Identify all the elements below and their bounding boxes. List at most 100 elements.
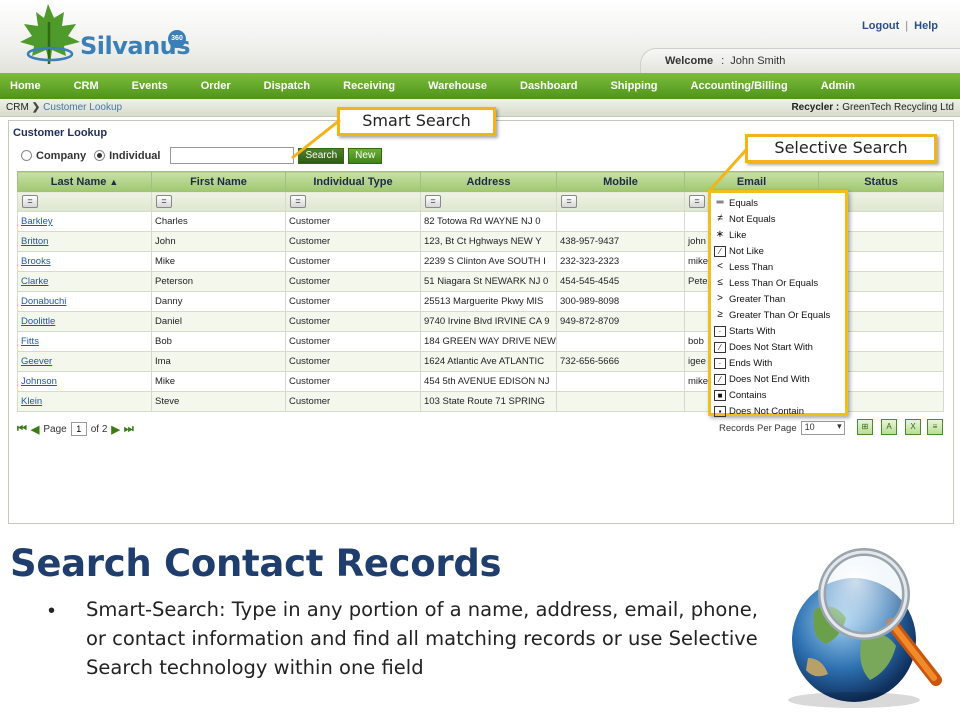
menu-item-does-not-start-with[interactable]: ⁄ Does Not Start With — [714, 339, 845, 355]
menu-item-does-not-end-with[interactable]: ⁄ Does Not End With — [714, 371, 845, 387]
operator-icon: ∗ — [715, 228, 725, 240]
menu-item-not-like[interactable]: ⁄ Not Like — [714, 243, 845, 259]
operator-icon: ⁄ — [714, 245, 726, 257]
menu-item-label: Not Equals — [729, 213, 776, 225]
menu-item-label: Ends With — [729, 357, 773, 369]
smart-search-input[interactable] — [170, 147, 295, 164]
menu-item-greater-than-or-equals[interactable]: ≥ Greater Than Or Equals — [714, 307, 845, 323]
records-per-page-select[interactable]: 10 — [800, 421, 845, 435]
help-link[interactable]: Help — [914, 20, 938, 32]
menu-item-label: Does Not Contain — [729, 405, 804, 417]
table-cell — [556, 211, 685, 232]
first-page-icon[interactable]: ⏮ — [17, 423, 27, 436]
table-cell: Customer — [285, 311, 421, 332]
operator-icon: ■ — [714, 389, 726, 401]
filter-operator-button[interactable]: = — [156, 195, 172, 208]
column-header-last-name[interactable]: Last Name ▲ — [17, 171, 152, 192]
menu-item-does-not-contain[interactable]: ▪ Does Not Contain — [714, 403, 845, 419]
nav-item-admin[interactable]: Admin — [821, 80, 855, 92]
nav-item-receiving[interactable]: Receiving — [343, 80, 395, 92]
nav-item-events[interactable]: Events — [132, 80, 168, 92]
slide-title: Search Contact Records — [10, 542, 502, 585]
column-header-email[interactable]: Email — [684, 171, 819, 192]
table-cell: 232-323-2323 — [556, 251, 685, 272]
menu-item-starts-with[interactable]: · Starts With — [714, 323, 845, 339]
menu-item-equals[interactable]: ═ Equals — [714, 195, 845, 211]
export-icon[interactable]: ⊞ — [857, 419, 873, 435]
last-page-icon[interactable]: ⏭ — [124, 423, 134, 436]
pdf-export-icon[interactable]: A — [881, 419, 897, 435]
last-name-link[interactable]: Geever — [17, 351, 152, 372]
menu-item-not-equals[interactable]: ≠ Not Equals — [714, 211, 845, 227]
operator-icon: · — [714, 325, 726, 337]
last-name-link[interactable]: Britton — [17, 231, 152, 252]
prev-page-icon[interactable]: ◀ — [31, 423, 39, 436]
menu-item-label: Contains — [729, 389, 767, 401]
grid-header-row: Last Name ▲ First Name Individual Type Addre… — [17, 171, 944, 192]
table-cell: 949-872-8709 — [556, 311, 685, 332]
filter-cell: = — [151, 191, 286, 212]
column-header-first-name[interactable]: First Name — [151, 171, 286, 192]
operator-icon: ⁄ — [714, 341, 726, 353]
menu-item-label: Does Not End With — [729, 373, 810, 385]
nav-item-order[interactable]: Order — [201, 80, 231, 92]
column-header-status[interactable]: Status — [818, 171, 944, 192]
table-cell: Customer — [285, 391, 421, 412]
page-number-input[interactable] — [70, 422, 87, 436]
last-name-link[interactable]: Fitts — [17, 331, 152, 352]
link-separator: | — [905, 20, 909, 32]
operator-icon: ⁄ — [714, 373, 726, 385]
menu-item-less-than[interactable]: < Less Than — [714, 259, 845, 275]
records-per-page: Records Per Page 10 — [719, 421, 845, 435]
nav-item-dispatch[interactable]: Dispatch — [264, 80, 310, 92]
filter-operator-button[interactable]: = — [689, 195, 705, 208]
column-header-address[interactable]: Address — [420, 171, 557, 192]
next-page-icon[interactable]: ▶ — [111, 423, 119, 436]
filter-operator-button[interactable]: = — [425, 195, 441, 208]
nav-item-crm[interactable]: CRM — [74, 80, 99, 92]
last-name-link[interactable]: Doolittle — [17, 311, 152, 332]
nav-item-warehouse[interactable]: Warehouse — [428, 80, 487, 92]
filter-operator-button[interactable]: = — [290, 195, 306, 208]
csv-export-icon[interactable]: ≡ — [927, 419, 943, 435]
table-cell: 2239 S Clinton Ave SOUTH I — [420, 251, 557, 272]
sort-asc-icon[interactable]: ▲ — [109, 177, 118, 187]
last-name-link[interactable]: Barkley — [17, 211, 152, 232]
menu-item-contains[interactable]: ■ Contains — [714, 387, 845, 403]
menu-item-ends-with[interactable]: · Ends With — [714, 355, 845, 371]
last-name-link[interactable]: Klein — [17, 391, 152, 412]
table-cell: Customer — [285, 351, 421, 372]
nav-item-shipping[interactable]: Shipping — [610, 80, 657, 92]
logout-link[interactable]: Logout — [862, 20, 899, 32]
main-nav: Home CRM Events Order Dispatch Receiving Wareh… — [0, 73, 960, 99]
nav-item-accounting-billing[interactable]: Accounting/Billing — [691, 80, 788, 92]
nav-item-dashboard[interactable]: Dashboard — [520, 80, 577, 92]
filter-cell: = — [17, 191, 152, 212]
column-header-mobile[interactable]: Mobile — [556, 171, 685, 192]
last-name-link[interactable]: Johnson — [17, 371, 152, 392]
excel-export-icon[interactable]: X — [905, 419, 921, 435]
table-cell: 82 Totowa Rd WAYNE NJ 0 — [420, 211, 557, 232]
last-name-link[interactable]: Donabuchi — [17, 291, 152, 312]
menu-item-less-than-or-equals[interactable]: ≤ Less Than Or Equals — [714, 275, 845, 291]
operator-icon: > — [717, 292, 723, 304]
menu-item-greater-than[interactable]: > Greater Than — [714, 291, 845, 307]
column-header-label: First Name — [190, 175, 247, 188]
page-label: Page — [43, 423, 67, 435]
column-header-individual-type[interactable]: Individual Type — [285, 171, 421, 192]
last-name-link[interactable]: Clarke — [17, 271, 152, 292]
company-radio[interactable] — [21, 150, 32, 161]
table-cell — [556, 331, 685, 352]
filter-cell: = — [420, 191, 557, 212]
nav-item-home[interactable]: Home — [10, 80, 41, 92]
filter-operator-button[interactable]: = — [561, 195, 577, 208]
new-button[interactable]: New — [348, 147, 383, 164]
recycler-name: GreenTech Recycling Ltd — [842, 102, 954, 113]
individual-radio[interactable] — [94, 150, 106, 161]
breadcrumb-section[interactable]: CRM — [6, 102, 29, 113]
filter-operator-button[interactable]: = — [22, 195, 38, 208]
last-name-link[interactable]: Brooks — [17, 251, 152, 272]
column-header-label: Status — [864, 175, 898, 188]
menu-item-label: Equals — [729, 197, 759, 209]
menu-item-like[interactable]: ∗ Like — [714, 227, 845, 243]
